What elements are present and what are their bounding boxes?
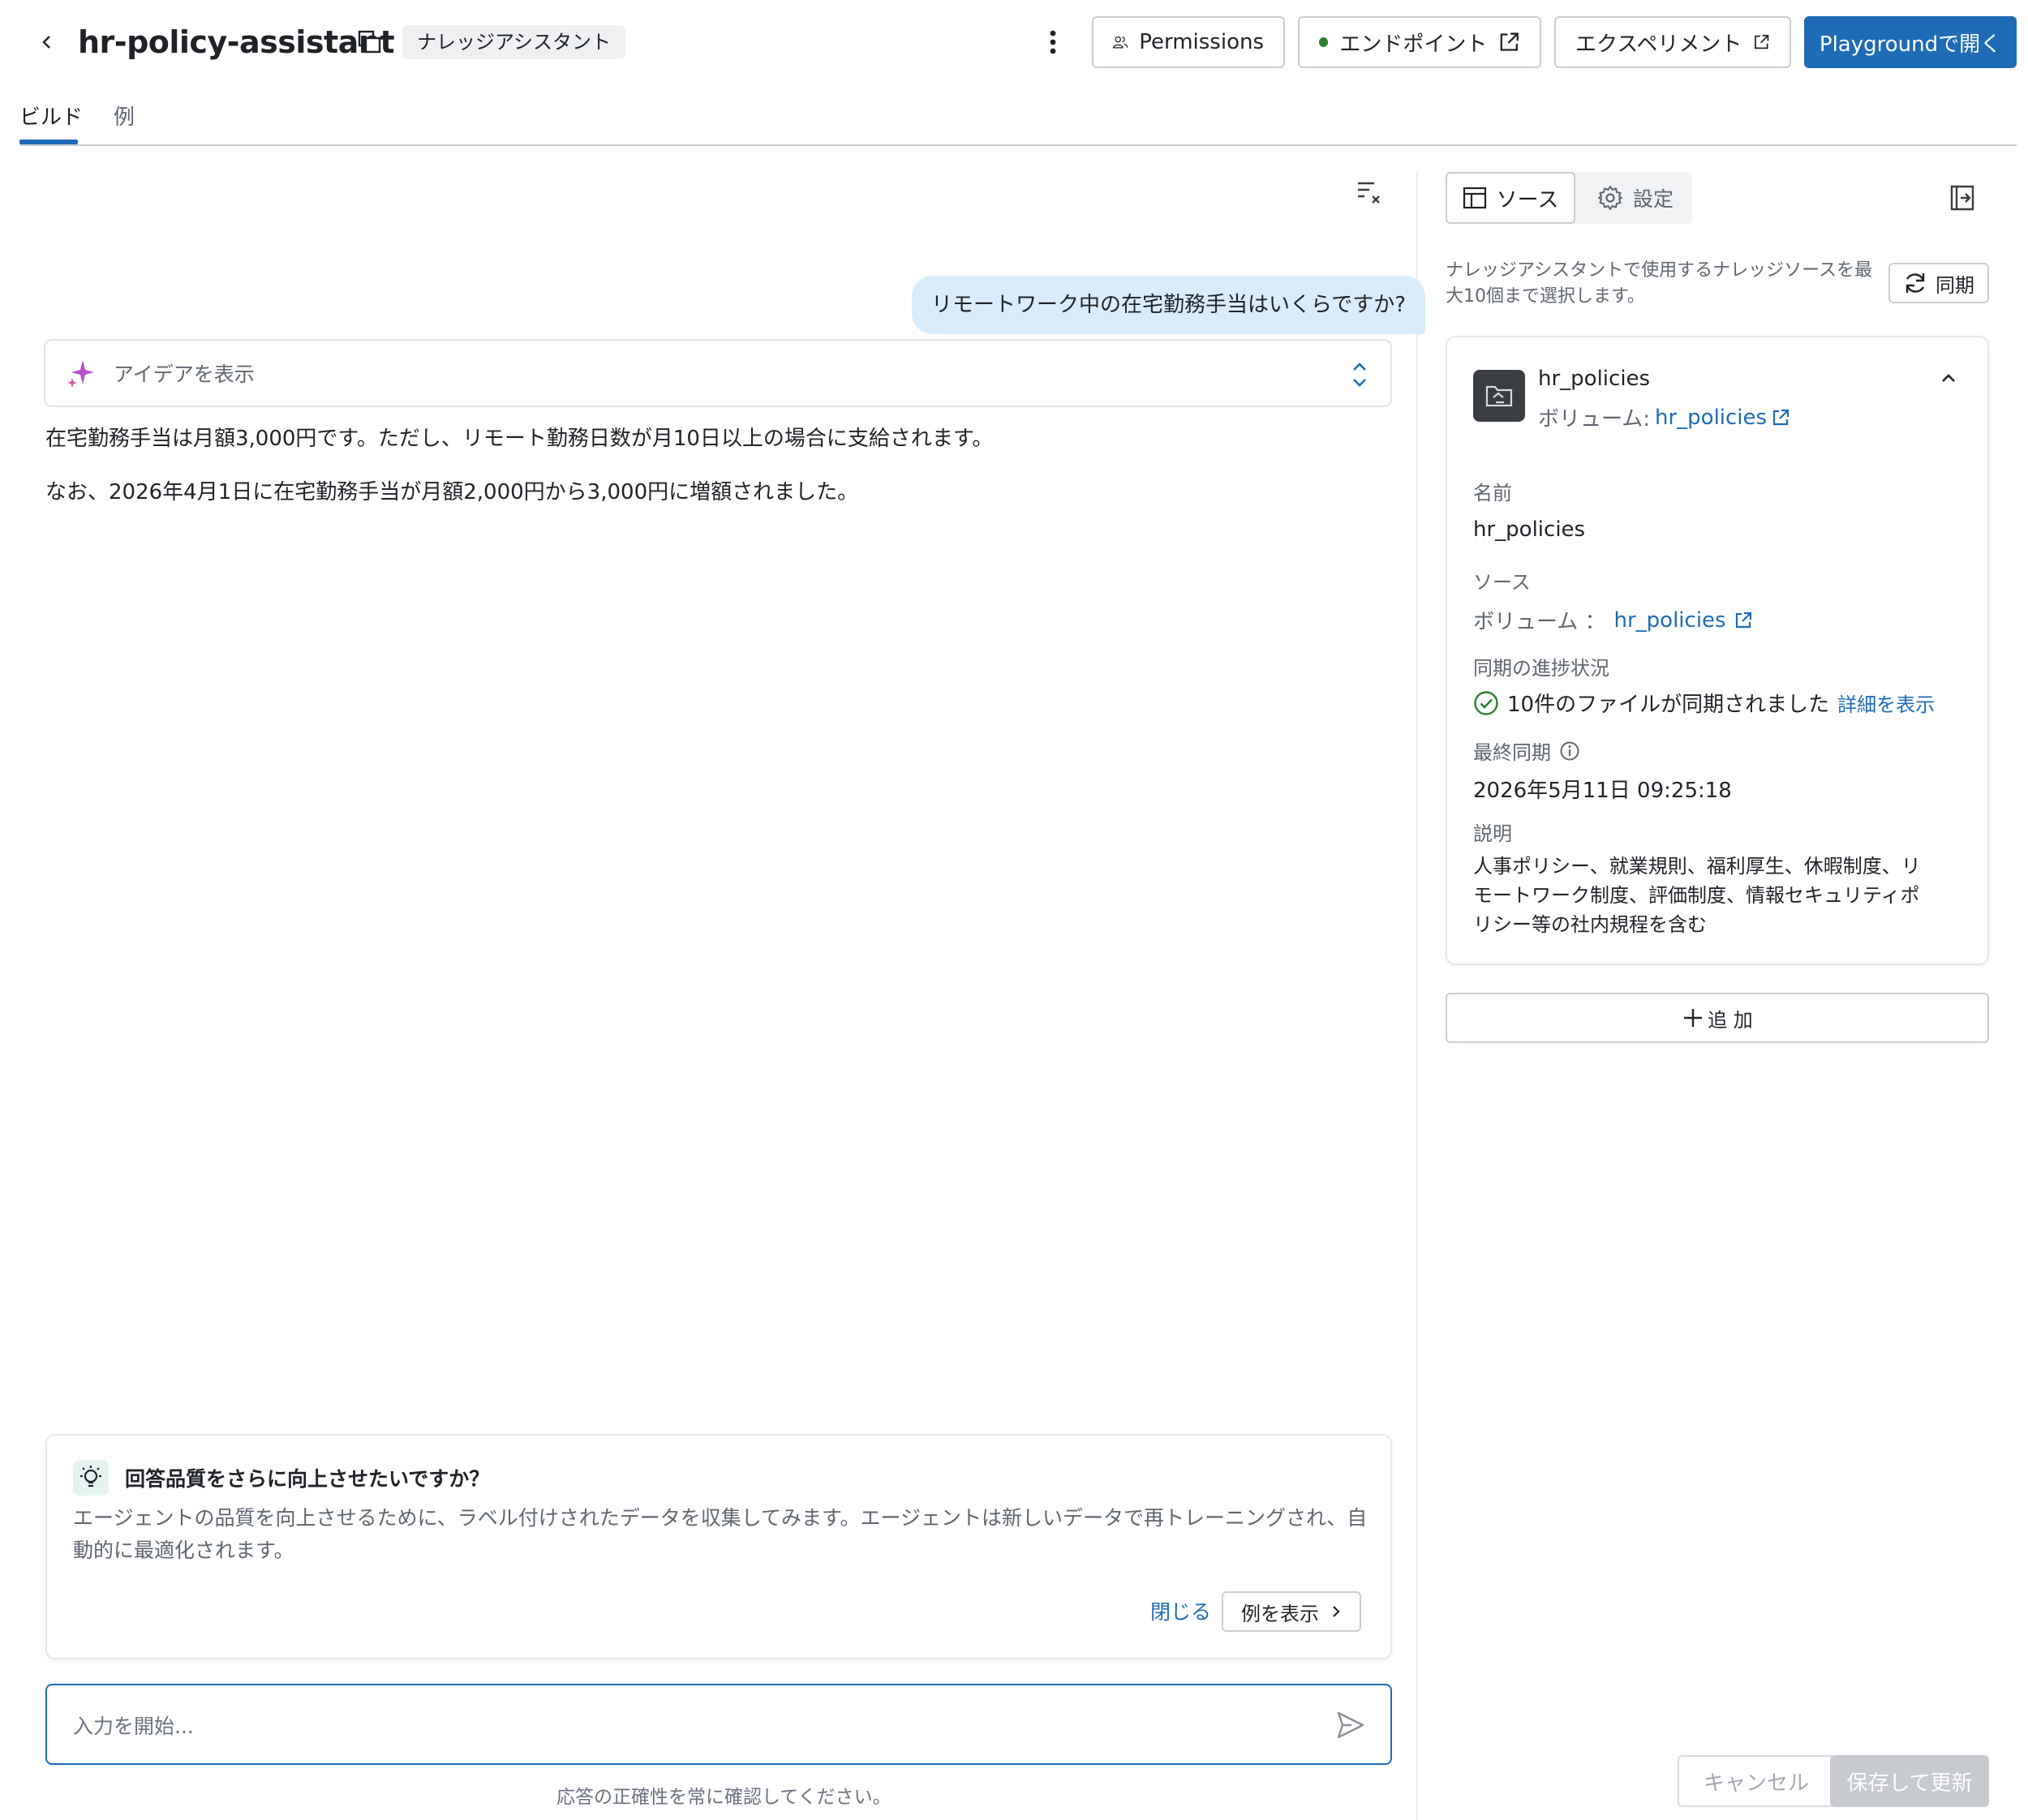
segment-sources[interactable]: ソース — [1446, 172, 1575, 224]
tabs-divider — [19, 144, 2017, 146]
clear-chat-icon[interactable] — [1353, 177, 1386, 209]
source-link[interactable]: hr_policies — [1614, 608, 1726, 633]
back-button[interactable] — [32, 28, 62, 57]
info-icon[interactable] — [1559, 740, 1580, 762]
panel-description: ナレッジアシスタントで使用するナレッジソースを最大10個まで選択します。 — [1446, 260, 1873, 307]
copy-icon[interactable] — [355, 28, 385, 57]
more-menu-button[interactable] — [1038, 28, 1068, 57]
type-badge: ナレッジアシスタント — [402, 25, 626, 59]
user-message: リモートワーク中の在宅勤務手当はいくらですか? — [912, 276, 1426, 334]
send-icon[interactable] — [1335, 1710, 1366, 1741]
folder-icon — [1473, 370, 1525, 422]
endpoint-status-dot — [1319, 37, 1329, 47]
check-circle-icon — [1474, 690, 1498, 715]
source-volume-prefix: ボリューム: — [1538, 407, 1650, 431]
field-value-last-sync: 2026年5月11日 09:25:18 — [1473, 779, 1732, 803]
sync-label: 同期 — [1936, 273, 1974, 297]
plus-icon — [1684, 1009, 1703, 1027]
open-playground-button[interactable]: Playgroundで開く — [1804, 16, 2017, 68]
field-label-name: 名前 — [1473, 482, 1512, 504]
disclaimer: 応答の正確性を常に確認してください。 — [556, 1787, 892, 1808]
chevron-up-icon — [1942, 374, 1955, 382]
external-link-icon — [1755, 35, 1769, 49]
field-value-source: ボリューム ： hr_policies — [1473, 605, 1752, 635]
chevron-right-icon — [1333, 1606, 1340, 1617]
experiment-label: エクスペリメント — [1575, 32, 1742, 57]
external-link-icon — [1735, 612, 1751, 628]
external-link-icon — [1772, 409, 1790, 425]
permissions-button[interactable]: Permissions — [1092, 16, 1285, 68]
collapse-source-button[interactable] — [1934, 363, 1963, 393]
suggestion-title: 回答品質をさらに向上させたいですか？ — [125, 1467, 490, 1491]
ideas-label: アイデアを表示 — [114, 363, 255, 386]
collapse-panel-icon[interactable] — [1949, 183, 1978, 212]
segment-settings[interactable]: 設定 — [1579, 172, 1692, 224]
source-volume: ボリューム: hr_policies — [1538, 402, 1790, 432]
chat-input[interactable] — [73, 1708, 1322, 1744]
tab-examples[interactable]: 例 — [114, 101, 135, 143]
permissions-label: Permissions — [1139, 30, 1264, 54]
field-label-sync-progress: 同期の進捗状況 — [1473, 657, 1609, 680]
field-value-sync-progress: 10件のファイルが同期されました 詳細を表示 — [1473, 688, 1935, 718]
assistant-answer-line: なお、2026年4月1日に在宅勤務手当が月額2,000円から3,000円に増額さ… — [45, 480, 859, 504]
suggestion-body: エージェントの品質を向上させるために、ラベル付けされたデータを収集してみます。エ… — [73, 1506, 1368, 1562]
field-label-source: ソース — [1473, 571, 1531, 594]
chevron-left-icon — [42, 36, 50, 49]
page-title: hr-policy-assistant — [78, 24, 395, 60]
panel-divider — [1416, 172, 1418, 1820]
field-value-description: 人事ポリシー、就業規則、福利厚生、休暇制度、リモートワーク制度、評価制度、情報セ… — [1473, 855, 1921, 936]
source-name: hr_policies — [1538, 367, 1651, 391]
refresh-icon — [1906, 273, 1925, 293]
expand-collapse-icon — [1353, 363, 1366, 387]
endpoint-label: エンドポイント — [1339, 32, 1488, 57]
show-ideas-toggle[interactable]: アイデアを表示 — [44, 339, 1392, 407]
segment-sources-label: ソース — [1496, 187, 1559, 212]
show-examples-button[interactable]: 例を表示 — [1222, 1591, 1361, 1632]
show-examples-label: 例を表示 — [1241, 1602, 1319, 1625]
sync-button[interactable]: 同期 — [1888, 263, 1989, 303]
add-source-button[interactable]: 追 加 — [1446, 993, 1989, 1043]
save-and-update-button[interactable]: 保存して更新 — [1830, 1755, 1989, 1807]
assistant-answer-line: 在宅勤務手当は月額3,000円です。ただし、リモート勤務日数が月10日以上の場合… — [45, 427, 994, 451]
show-details-link[interactable]: 詳細を表示 — [1837, 689, 1935, 717]
external-link-icon — [1501, 32, 1519, 51]
kebab-icon — [1050, 30, 1056, 54]
experiment-button[interactable]: エクスペリメント — [1554, 16, 1791, 68]
cancel-button[interactable]: キャンセル — [1678, 1755, 1835, 1807]
add-source-label: 追 加 — [1708, 1008, 1753, 1032]
field-label-description: 説明 — [1473, 822, 1512, 845]
source-volume-link[interactable]: hr_policies — [1655, 406, 1767, 430]
segment-settings-label: 設定 — [1632, 187, 1674, 211]
last-sync-label: 最終同期 — [1473, 741, 1551, 764]
sparkle-icon — [67, 360, 94, 388]
field-value-name: hr_policies — [1473, 517, 1586, 542]
sync-progress-text: 10件のファイルが同期されました — [1507, 693, 1830, 717]
table-icon — [1463, 187, 1486, 209]
endpoint-button[interactable]: エンドポイント — [1298, 16, 1541, 68]
users-icon — [1113, 36, 1128, 49]
lightbulb-icon — [73, 1460, 109, 1496]
close-suggestion-link[interactable]: 閉じる — [1150, 1596, 1211, 1625]
source-prefix: ボリューム ： — [1473, 610, 1606, 634]
chat-input-box — [45, 1684, 1392, 1765]
tab-build[interactable]: ビルド — [19, 101, 83, 143]
field-label-last-sync: 最終同期 — [1473, 736, 1580, 765]
gear-icon — [1597, 186, 1622, 210]
